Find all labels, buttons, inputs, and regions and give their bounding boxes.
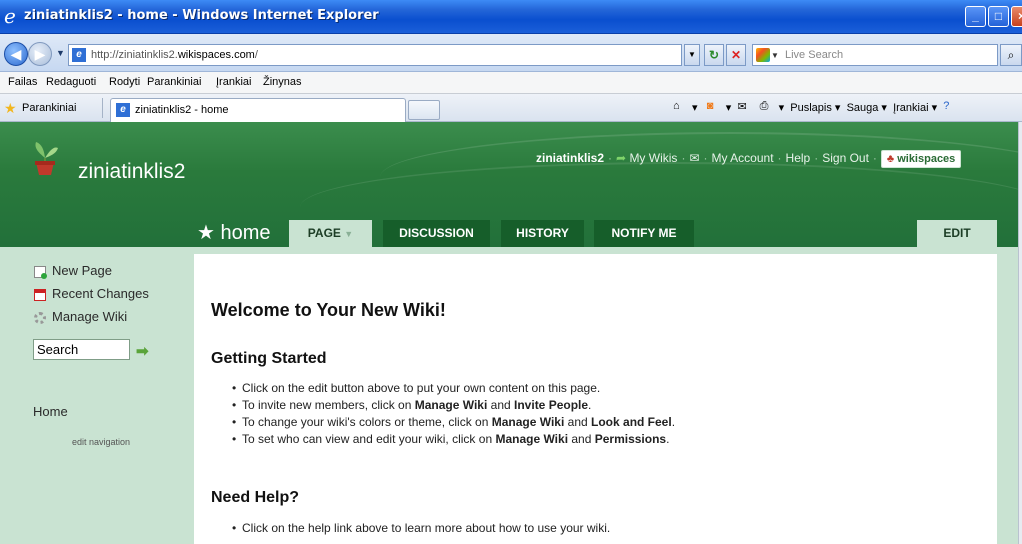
window-titlebar: e ziniatinklis2 - home - Windows Interne… xyxy=(0,0,1022,34)
feeds-icon[interactable]: ◙ xyxy=(707,100,723,116)
manage-wiki-link[interactable]: Manage Wiki xyxy=(52,309,127,324)
safety-menu[interactable]: Sauga xyxy=(847,102,879,114)
menu-tools[interactable]: Įrankiai xyxy=(216,76,251,88)
tab-notify-me[interactable]: NOTIFY ME xyxy=(594,220,694,247)
new-page-icon xyxy=(34,266,47,279)
favorites-star-icon[interactable]: ★ xyxy=(4,100,17,117)
menu-file[interactable]: Failas xyxy=(8,76,37,88)
chevron-down-icon: ▼ xyxy=(344,229,354,239)
list-item: • To set who can view and edit your wiki,… xyxy=(232,432,670,446)
help-link[interactable]: Help xyxy=(786,151,811,165)
gear-icon xyxy=(34,312,46,324)
menu-bar: Failas Redaguoti Rodyti Parankiniai Įran… xyxy=(0,72,1022,94)
favorites-bar: ★ Parankiniai e ziniatinklis2 - home ⌂ ▾… xyxy=(0,94,1022,122)
my-wikis-icon: ➦ xyxy=(616,151,627,166)
mail-icon[interactable]: ✉ xyxy=(737,100,753,116)
favorite-star-icon[interactable]: ★ xyxy=(197,222,215,244)
help-icon[interactable]: ? xyxy=(943,100,959,116)
section-heading-need-help: Need Help? xyxy=(211,489,300,506)
menu-help[interactable]: Žinynas xyxy=(263,76,302,88)
search-button[interactable]: ⌕ xyxy=(1000,44,1022,66)
wikispaces-badge[interactable]: ♣ wikispaces xyxy=(880,150,962,168)
vertical-scrollbar[interactable] xyxy=(1018,122,1022,544)
history-dropdown-icon[interactable]: ▼ xyxy=(56,48,65,58)
sign-out-link[interactable]: Sign Out xyxy=(822,151,869,165)
need-help-list: • Click on the help link above to learn m… xyxy=(232,520,610,537)
menu-view[interactable]: Rodyti xyxy=(109,76,140,88)
address-dropdown-button[interactable]: ▼ xyxy=(684,44,700,66)
section-heading-getting-started: Getting Started xyxy=(211,350,327,367)
window-title: ziniatinklis2 - home - Windows Internet … xyxy=(24,8,379,23)
account-links: ziniatinklis2 · ➦ My Wikis · ✉ · My Account · He… xyxy=(536,150,962,168)
list-item: • To change your wiki's colors or theme, … xyxy=(232,415,676,429)
browser-tab-active[interactable]: e ziniatinklis2 - home xyxy=(110,98,406,122)
site-name[interactable]: ziniatinklis2 xyxy=(78,160,185,184)
menu-favorites[interactable]: Parankiniai xyxy=(147,76,201,88)
address-input[interactable]: e http://ziniatinklis2.wikispaces.com/ xyxy=(68,44,682,66)
wiki-header: ziniatinklis2 ziniatinklis2 · ➦ My Wikis · ✉… xyxy=(0,122,1018,247)
home-icon[interactable]: ⌂ xyxy=(673,100,689,116)
command-bar: ⌂ ▾ ◙ ▾ ✉ ⎙ ▾ Puslapis ▾ Sauga ▾ Įrankia… xyxy=(673,100,959,116)
list-item: • To invite new members, click on Manage … xyxy=(232,398,592,412)
content-heading: Welcome to Your New Wiki! xyxy=(211,300,446,320)
live-search-input[interactable]: ▼ Live Search xyxy=(752,44,998,66)
tools-menu[interactable]: Įrankiai xyxy=(893,102,928,114)
search-placeholder: Live Search xyxy=(785,49,844,61)
tab-history[interactable]: HISTORY xyxy=(501,220,584,247)
calendar-icon xyxy=(34,289,46,301)
list-item: • Click on the edit button above to put y… xyxy=(232,381,601,395)
new-tab-button[interactable] xyxy=(408,100,440,120)
edit-navigation-link[interactable]: edit navigation xyxy=(72,437,130,447)
list-item: • Click on the help link above to learn m… xyxy=(232,521,611,535)
getting-started-list: • Click on the edit button above to put y… xyxy=(232,380,675,448)
maximize-button[interactable]: □ xyxy=(988,6,1009,27)
tab-discussion[interactable]: DISCUSSION xyxy=(383,220,490,247)
messages-icon[interactable]: ✉ xyxy=(689,151,699,165)
divider xyxy=(102,98,103,118)
my-account-link[interactable]: My Account xyxy=(712,151,774,165)
tab-page[interactable]: PAGE ▼ xyxy=(289,220,372,247)
forward-button[interactable]: ▶ xyxy=(28,42,52,66)
plant-pot-logo-icon[interactable] xyxy=(30,136,60,176)
stop-button[interactable]: ✕ xyxy=(726,44,746,66)
recent-changes-link[interactable]: Recent Changes xyxy=(52,286,149,301)
page-content: Welcome to Your New Wiki! Getting Starte… xyxy=(194,254,997,544)
browser-tab-label: ziniatinklis2 - home xyxy=(135,104,229,116)
internet-explorer-icon: e xyxy=(4,4,16,28)
address-url[interactable]: http://ziniatinklis2.wikispaces.com/ xyxy=(91,49,258,61)
favorites-button[interactable]: Parankiniai xyxy=(22,102,76,114)
username-link[interactable]: ziniatinklis2 xyxy=(536,151,604,165)
back-button[interactable]: ◀ xyxy=(4,42,28,66)
menu-edit[interactable]: Redaguoti xyxy=(46,76,96,88)
search-go-arrow-icon[interactable]: ➡ xyxy=(136,342,149,360)
search-provider-dropdown-icon[interactable]: ▼ xyxy=(771,51,779,60)
minimize-button[interactable]: _ xyxy=(965,6,986,27)
live-search-icon xyxy=(756,48,770,62)
page-title: ★ home xyxy=(197,222,271,244)
sidebar-home-link[interactable]: Home xyxy=(33,404,68,419)
page-icon: e xyxy=(116,103,130,117)
edit-button[interactable]: EDIT xyxy=(917,220,997,247)
my-wikis-link[interactable]: My Wikis xyxy=(629,151,677,165)
refresh-button[interactable]: ↻ xyxy=(704,44,724,66)
page-menu[interactable]: Puslapis xyxy=(790,102,832,114)
page-icon: e xyxy=(72,48,86,62)
address-toolbar: ◀ ▶ ▼ e http://ziniatinklis2.wikispaces.… xyxy=(0,34,1022,72)
sidebar-search-input[interactable]: Search xyxy=(33,339,130,360)
print-icon[interactable]: ⎙ xyxy=(760,100,776,116)
new-page-link[interactable]: New Page xyxy=(52,263,112,278)
plant-pot-icon: ♣ xyxy=(886,153,895,165)
close-button[interactable]: × xyxy=(1011,6,1022,27)
